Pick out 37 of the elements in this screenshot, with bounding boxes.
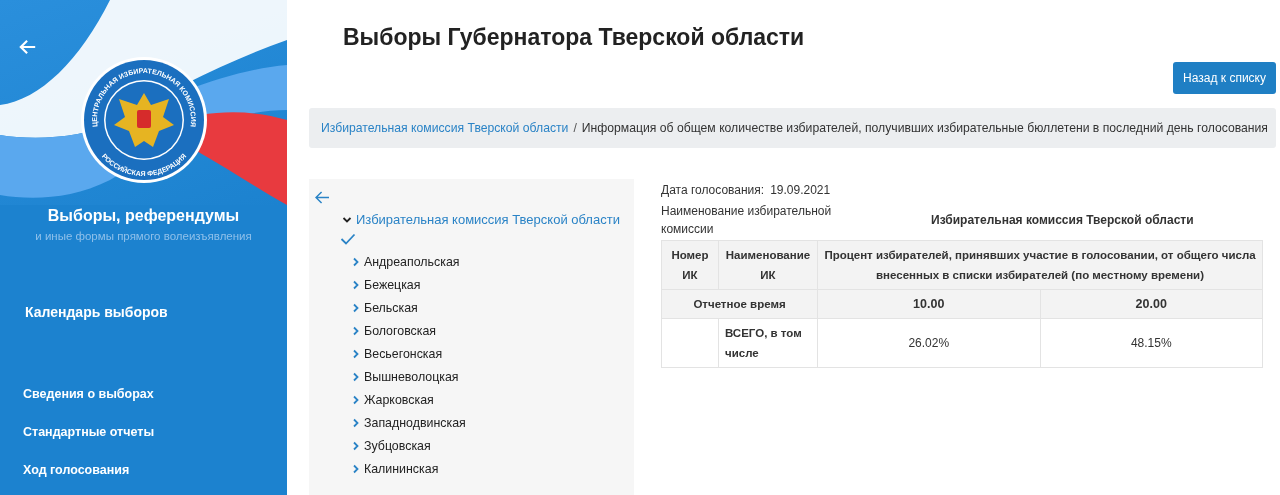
tree-item[interactable]: Зубцовская xyxy=(364,438,431,453)
table-cell: ВСЕГО, в том числе xyxy=(718,318,818,368)
column-header: 10.00 xyxy=(817,289,1040,319)
tree-item[interactable]: Бежецкая xyxy=(364,277,421,292)
sidebar-nav-link[interactable]: Стандартные отчеты xyxy=(23,424,155,440)
tree-item[interactable]: Западнодвинская xyxy=(364,415,466,430)
breadcrumb-link[interactable]: Избирательная комиссия Тверской области xyxy=(321,121,569,135)
column-header: Номер ИК xyxy=(661,240,719,290)
tree-item[interactable]: Жарковская xyxy=(364,392,434,407)
table-cell: 26.02% xyxy=(817,318,1040,368)
tree-item[interactable]: Бельская xyxy=(364,300,418,315)
back-arrow-icon[interactable] xyxy=(315,191,330,204)
date-label: Дата голосования: xyxy=(661,183,765,197)
site-title: Выборы, референдумы xyxy=(47,207,240,225)
tree-item[interactable]: Бологовская xyxy=(364,323,437,338)
site-subtitle: и иные формы прямого волеизъявления xyxy=(35,230,252,242)
commission-name: Избирательная комиссия Тверской области xyxy=(931,213,1194,227)
breadcrumb-separator: / xyxy=(573,121,577,135)
date-value: 19.09.2021 xyxy=(770,183,831,197)
table-cell xyxy=(661,318,719,368)
tree-item[interactable]: Весьегонская xyxy=(364,346,443,361)
calendar-link[interactable]: Календарь выборов xyxy=(25,304,168,320)
sidebar-nav-link[interactable]: Ход голосования xyxy=(23,462,155,478)
tree-item[interactable]: Андреапольская xyxy=(364,254,460,269)
column-header: Процент избирателей, принявших участие в голосовании, от общего числа внесенных в списки избирателей (по местному времени) xyxy=(817,240,1263,290)
column-header: 20.00 xyxy=(1040,289,1263,319)
commission-label: Наименование избирательной комиссии xyxy=(661,203,833,238)
breadcrumb-current: Информация об общем количестве избирателей, получивших избирательные бюллетени в последний день голосования xyxy=(581,121,1268,135)
back-to-list-button[interactable]: Назад к списку xyxy=(1173,62,1276,94)
tree-item[interactable]: Вышневолоцкая xyxy=(364,369,459,384)
tree-root-item[interactable]: Избирательная комиссия Тверской области xyxy=(356,212,620,227)
page-title: Выборы Губернатора Тверской области xyxy=(343,24,805,51)
table-cell: 48.15% xyxy=(1040,318,1263,368)
sidebar-nav-link[interactable]: Сведения о выборах xyxy=(23,386,155,402)
column-header: Наименование ИК xyxy=(718,240,818,290)
tree-item[interactable]: Калининская xyxy=(364,461,439,476)
row-header: Отчетное время xyxy=(661,289,818,319)
